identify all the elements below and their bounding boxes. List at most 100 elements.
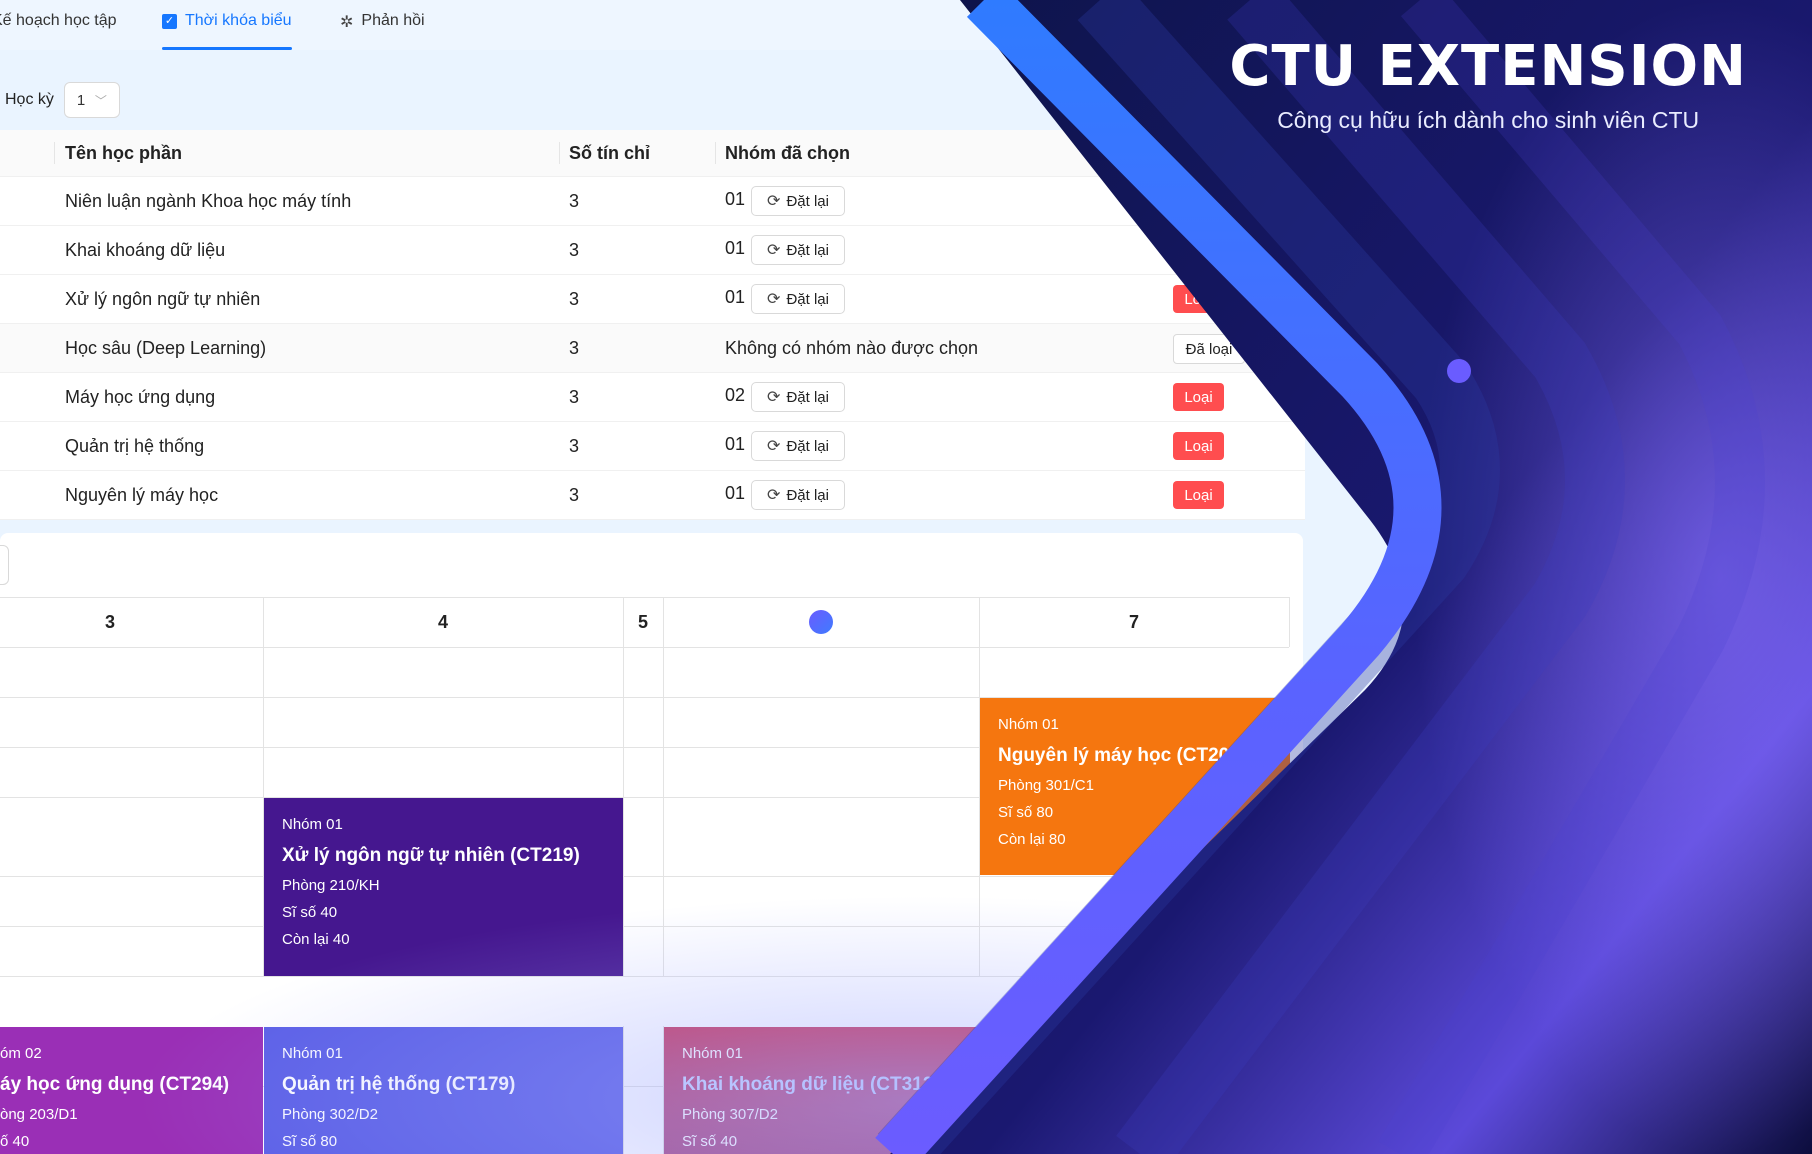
- refresh-icon: ⟳: [767, 291, 781, 308]
- app-window: Kế hoạch học tập ✓ Thời khóa biểu ✲ Phản…: [0, 0, 1320, 1154]
- refresh-icon: ⟳: [767, 242, 781, 259]
- table-row: Niên luận ngành Khoa học máy tính 3 01 ⟳…: [0, 177, 1305, 226]
- event-group: Nhóm 01: [282, 816, 343, 833]
- event-group: Nhóm 01: [282, 1045, 343, 1062]
- event-size: Sĩ số 80: [998, 804, 1054, 821]
- course-group: 02: [725, 385, 746, 405]
- event-title: áy học ứng dụng (CT294): [0, 1074, 230, 1095]
- table-row: Máy học ứng dụng 3 02 ⟳ Đặt lại Loại: [0, 373, 1305, 422]
- header-group: Nhóm đã chọn: [725, 143, 850, 163]
- semester-value: 1: [76, 91, 86, 109]
- removed-label: Đã loại: [1185, 340, 1233, 358]
- event-group: Nhóm 01: [682, 1045, 743, 1062]
- reset-button[interactable]: ⟳ Đặt lại: [751, 480, 845, 510]
- remove-button[interactable]: Loại: [1173, 187, 1224, 215]
- remove-label: Loại: [1184, 241, 1213, 259]
- day-header: 7: [1128, 611, 1139, 632]
- reset-button[interactable]: ⟳ Đặt lại: [751, 186, 845, 216]
- course-name: Xử lý ngôn ngữ tự nhiên: [65, 289, 261, 309]
- event-room: Phòng 210/KH: [282, 877, 380, 894]
- event-room: Phòng 302/D2: [282, 1106, 378, 1123]
- course-group: Không có nhóm nào được chọn: [725, 338, 979, 358]
- course-group: 01: [725, 287, 746, 307]
- event-group: óm 02: [0, 1045, 42, 1062]
- remove-label: Loại: [1184, 192, 1213, 210]
- header-course-name: Tên học phần: [65, 143, 182, 163]
- event-remaining: Còn lại 80: [998, 831, 1066, 848]
- event-title: Quản trị hệ thống (CT179): [282, 1074, 516, 1095]
- grid-line: [0, 976, 1289, 977]
- event-room: Phòng 301/C1: [998, 777, 1094, 794]
- remove-label: Loại: [1184, 388, 1213, 406]
- event-room: òng 203/D1: [0, 1106, 78, 1123]
- accent-dot: [1447, 359, 1471, 383]
- course-credits: 3: [569, 240, 580, 260]
- reset-button[interactable]: ⟳ Đặt lại: [751, 431, 845, 461]
- semester-select[interactable]: 1 ﹀: [63, 82, 120, 118]
- course-name: Nguyên lý máy học: [65, 485, 219, 505]
- event-size: ố 40: [0, 1133, 30, 1150]
- table-row: Xử lý ngôn ngữ tự nhiên 3 01 ⟳ Đặt lại Lo…: [0, 275, 1305, 324]
- remove-button[interactable]: Loại: [1173, 285, 1224, 313]
- course-credits: 3: [569, 191, 580, 211]
- course-credits: 3: [569, 338, 580, 358]
- table-row: Học sâu (Deep Learning) 3 Không có nhóm …: [0, 324, 1305, 373]
- event-card[interactable]: óm 02 áy học ứng dụng (CT294) òng 203/D1…: [0, 1027, 263, 1154]
- course-credits: 3: [569, 289, 580, 309]
- tab-timetable[interactable]: ✓ Thời khóa biểu: [162, 12, 292, 50]
- table-row: Nguyên lý máy học 3 01 ⟳ Đặt lại Loại: [0, 471, 1305, 520]
- reset-button[interactable]: ⟳ Đặt lại: [751, 382, 845, 412]
- event-room: Phòng 307/D2: [682, 1106, 778, 1123]
- remove-label: Loại: [1184, 290, 1213, 308]
- checkbox-icon: ✓: [162, 14, 177, 29]
- event-card[interactable]: Nhóm 01 Quản trị hệ thống (CT179) Phòng …: [264, 1027, 623, 1154]
- column-divider: [559, 142, 560, 164]
- remove-button[interactable]: Loại: [1173, 383, 1224, 411]
- remove-button[interactable]: Loại: [1173, 481, 1224, 509]
- band-line: [1378, 0, 1765, 1154]
- reset-label: Đặt lại: [786, 290, 829, 308]
- tab-feedback[interactable]: ✲ Phản hồi: [340, 12, 425, 50]
- grid-line: [0, 876, 1289, 877]
- schedule-control-button[interactable]: [0, 545, 9, 585]
- table-header: Tên học phần Số tín chỉ Nhóm đã chọn: [0, 130, 1305, 177]
- semester-filter: Học kỳ 1 ﹀: [0, 80, 120, 120]
- remove-button[interactable]: Loại: [1173, 236, 1224, 264]
- event-card[interactable]: Nhóm 01 Xử lý ngôn ngữ tự nhiên (CT219) …: [264, 798, 623, 976]
- reset-label: Đặt lại: [786, 192, 829, 210]
- event-group: Nhóm 01: [998, 716, 1059, 733]
- reset-button[interactable]: ⟳ Đặt lại: [751, 235, 845, 265]
- event-remaining: Còn lại 40: [282, 931, 350, 948]
- event-size: Sĩ số 40: [282, 904, 338, 921]
- course-group: 01: [725, 434, 746, 454]
- course-name: Học sâu (Deep Learning): [65, 338, 267, 358]
- reset-button[interactable]: ⟳ Đặt lại: [751, 284, 845, 314]
- grid-line: [623, 1026, 624, 1154]
- course-credits: 3: [569, 485, 580, 505]
- tab-bar: Kế hoạch học tập ✓ Thời khóa biểu ✲ Phản…: [0, 0, 1310, 50]
- day-header-6: [663, 598, 979, 646]
- refresh-icon: ⟳: [767, 389, 781, 406]
- column-divider: [54, 142, 55, 164]
- reset-label: Đặt lại: [786, 241, 829, 259]
- course-name: Khai khoáng dữ liệu: [65, 240, 226, 260]
- course-group: 01: [725, 483, 746, 503]
- day-header: 4: [437, 611, 448, 632]
- event-title: Xử lý ngôn ngữ tự nhiên (CT219): [282, 845, 580, 866]
- event-card[interactable]: Nhóm 01 Khai khoáng dữ liệu (CT312) Phòn…: [664, 1027, 979, 1154]
- table-row: Khai khoáng dữ liệu 3 01 ⟳ Đặt lại Loại: [0, 226, 1305, 275]
- course-name: Niên luận ngành Khoa học máy tính: [65, 191, 352, 211]
- event-size: Sĩ số 80: [282, 1133, 338, 1150]
- removed-button[interactable]: Đã loại: [1173, 334, 1245, 364]
- course-group: 01: [725, 238, 746, 258]
- tab-study-plan[interactable]: Kế hoạch học tập: [0, 12, 117, 50]
- event-card[interactable]: Nhóm 01 Nguyên lý máy học (CT202) Phòng …: [980, 698, 1290, 875]
- dot-icon: [809, 610, 833, 634]
- remove-button[interactable]: Loại: [1173, 432, 1224, 460]
- refresh-icon: ⟳: [767, 193, 781, 210]
- course-group: 01: [725, 189, 746, 209]
- day-header: 3: [104, 611, 115, 632]
- event-title: Khai khoáng dữ liệu (CT312): [682, 1074, 940, 1095]
- reset-label: Đặt lại: [786, 388, 829, 406]
- chevron-down-icon: ﹀: [94, 93, 107, 108]
